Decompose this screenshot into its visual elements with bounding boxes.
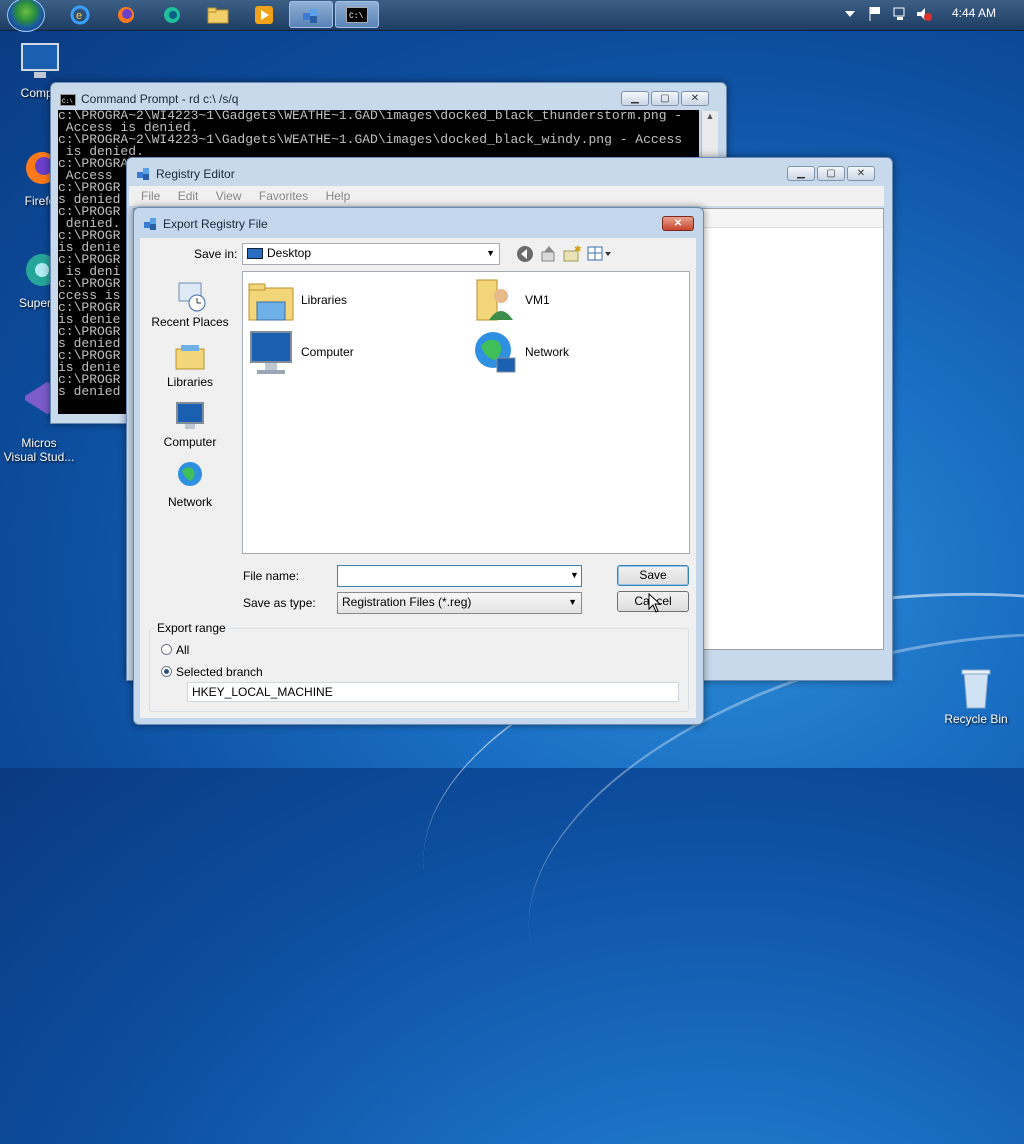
svg-text:C:\: C:\ xyxy=(62,98,73,105)
mouse-cursor-icon xyxy=(648,592,662,616)
file-name-input[interactable] xyxy=(337,565,582,587)
libraries-folder-icon xyxy=(247,276,295,324)
save-as-type-label: Save as type: xyxy=(243,596,316,610)
file-item-label: Network xyxy=(525,345,570,359)
computer-icon xyxy=(173,399,207,433)
media-player-icon[interactable] xyxy=(242,1,286,28)
maximize-button[interactable]: ▢ xyxy=(817,166,845,181)
radio-all[interactable] xyxy=(161,644,172,655)
places-recent[interactable]: Recent Places xyxy=(142,279,238,329)
svg-text:C:\: C:\ xyxy=(349,12,364,21)
taskbar: e C:\ 4:44 AM xyxy=(0,0,1024,32)
close-button[interactable]: ✕ xyxy=(681,91,709,106)
chevron-down-icon[interactable]: ▼ xyxy=(570,570,579,580)
close-button[interactable]: ✕ xyxy=(662,216,694,231)
dialog-client: Save in: Desktop ▼ ✱ Recent Places Libra… xyxy=(140,238,696,718)
desktop-icon-label: Recycle Bin xyxy=(944,712,1008,726)
file-list[interactable]: Libraries VM1 Computer Network xyxy=(242,271,690,554)
menu-help[interactable]: Help xyxy=(326,189,351,203)
chevron-up-icon[interactable] xyxy=(845,8,855,22)
regedit-icon[interactable] xyxy=(289,1,333,28)
places-libraries[interactable]: Libraries xyxy=(142,339,238,389)
volume-muted-icon[interactable] xyxy=(916,6,932,25)
flag-icon[interactable] xyxy=(868,6,882,25)
window-title: Registry Editor xyxy=(156,167,235,181)
new-folder-icon[interactable]: ✱ xyxy=(563,244,582,266)
recycle-bin-icon xyxy=(954,666,998,710)
regedit-icon xyxy=(143,216,159,235)
scroll-up-icon[interactable]: ▲ xyxy=(702,111,718,121)
chevron-down-icon: ▼ xyxy=(486,248,495,258)
computer-icon xyxy=(18,40,62,84)
folder-icon[interactable] xyxy=(196,1,240,28)
save-in-label: Save in: xyxy=(194,247,238,261)
branch-input[interactable]: HKEY_LOCAL_MACHINE xyxy=(187,682,679,702)
file-item-label: VM1 xyxy=(525,293,550,307)
radio-all-label: All xyxy=(176,643,190,657)
save-button[interactable]: Save xyxy=(617,565,689,586)
file-item-computer[interactable]: Computer xyxy=(247,328,354,376)
places-network[interactable]: Network xyxy=(142,459,238,509)
close-button[interactable]: ✕ xyxy=(847,166,875,181)
user-folder-icon xyxy=(471,276,519,324)
dialog-title: Export Registry File xyxy=(163,217,268,231)
save-as-type-dropdown[interactable]: Registration Files (*.reg) ▼ xyxy=(337,592,582,614)
menu-file[interactable]: File xyxy=(141,189,160,203)
radio-selected-branch[interactable] xyxy=(161,666,172,677)
regedit-icon xyxy=(136,166,152,185)
start-button[interactable] xyxy=(7,0,45,32)
network-tray-icon[interactable] xyxy=(892,6,908,25)
save-in-dropdown[interactable]: Desktop ▼ xyxy=(242,243,500,265)
menu-bar: File Edit View Favorites Help xyxy=(129,186,884,206)
recent-places-icon xyxy=(173,279,207,313)
places-label: Computer xyxy=(163,435,217,449)
ie-icon[interactable]: e xyxy=(58,1,102,28)
clock[interactable]: 4:44 AM xyxy=(952,6,996,20)
computer-icon xyxy=(247,328,295,376)
chevron-down-icon: ▼ xyxy=(568,597,577,607)
view-menu-icon[interactable] xyxy=(587,245,613,266)
svg-text:✱: ✱ xyxy=(574,245,581,254)
firefox-icon[interactable] xyxy=(104,1,148,28)
radio-selected-branch-label: Selected branch xyxy=(176,665,263,679)
places-label: Recent Places xyxy=(151,315,229,329)
back-icon[interactable] xyxy=(516,245,534,266)
up-folder-icon[interactable] xyxy=(540,245,558,266)
svg-text:e: e xyxy=(76,10,82,22)
menu-edit[interactable]: Edit xyxy=(178,189,199,203)
cmd-icon[interactable]: C:\ xyxy=(335,1,379,28)
network-icon xyxy=(173,459,207,493)
places-label: Libraries xyxy=(166,375,214,389)
file-item-vm1[interactable]: VM1 xyxy=(471,276,550,324)
branch-value: HKEY_LOCAL_MACHINE xyxy=(192,685,333,699)
file-item-label: Libraries xyxy=(301,293,348,307)
minimize-button[interactable]: ▁ xyxy=(787,166,815,181)
file-item-libraries[interactable]: Libraries xyxy=(247,276,347,324)
menu-favorites[interactable]: Favorites xyxy=(259,189,308,203)
desktop-icon xyxy=(247,247,263,259)
file-name-label: File name: xyxy=(243,569,300,583)
file-item-network[interactable]: Network xyxy=(471,328,569,376)
console-line: c:\PROGRA~2\WI4223~1\Gadgets\WEATHE~1.GA… xyxy=(58,132,683,147)
desktop-icon-label: Micros Visual Stud... xyxy=(3,436,75,464)
libraries-icon xyxy=(173,339,207,373)
edge-icon[interactable] xyxy=(150,1,194,28)
save-in-value: Desktop xyxy=(267,246,312,260)
file-item-label: Computer xyxy=(301,345,354,359)
network-icon xyxy=(471,328,519,376)
places-computer[interactable]: Computer xyxy=(142,399,238,449)
desktop-icon-recycle-bin[interactable]: Recycle Bin xyxy=(938,666,1014,726)
export-dialog[interactable]: Export Registry File ✕ Save in: Desktop … xyxy=(133,207,704,725)
window-title: Command Prompt - rd c:\ /s/q xyxy=(81,92,239,106)
cmd-icon: C:\ xyxy=(60,94,76,109)
save-as-type-value: Registration Files (*.reg) xyxy=(342,595,472,609)
minimize-button[interactable]: ▁ xyxy=(621,91,649,106)
maximize-button[interactable]: ▢ xyxy=(651,91,679,106)
export-range-legend: Export range xyxy=(154,621,229,635)
menu-view[interactable]: View xyxy=(216,189,242,203)
places-label: Network xyxy=(167,495,212,509)
